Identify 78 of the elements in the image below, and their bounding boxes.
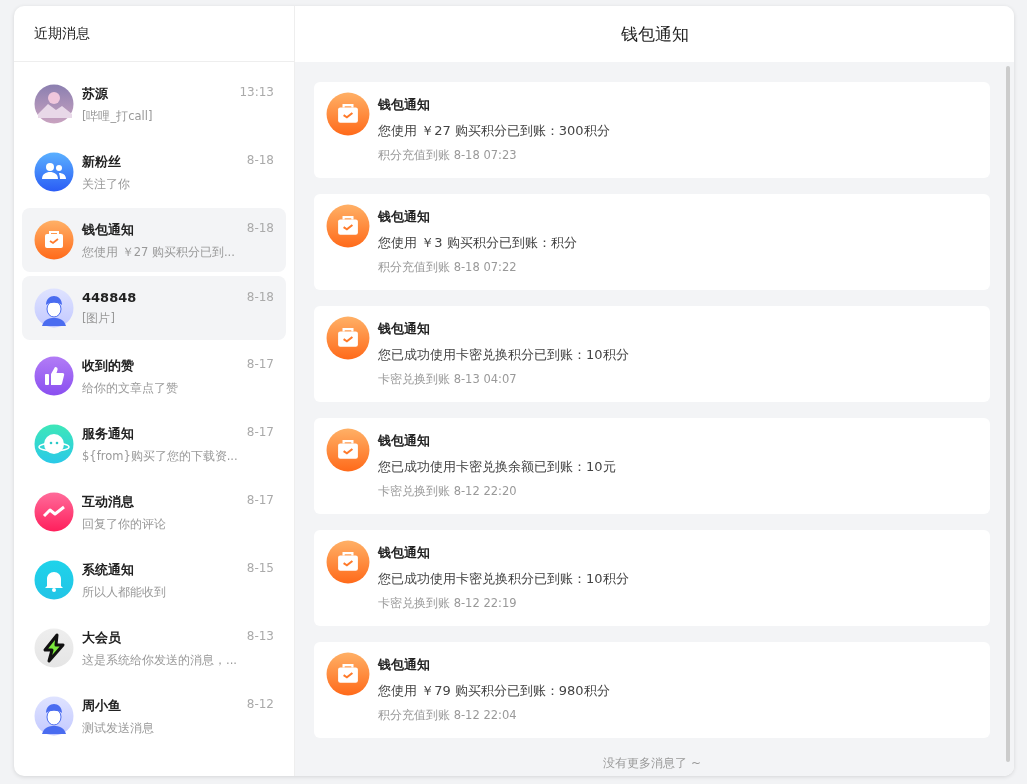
message-preview: ${from}购买了您的下载资...: [82, 448, 239, 464]
message-meta: 卡密兑换到账 8-12 22:19: [378, 596, 518, 611]
message-text: 您已成功使用卡密兑换积分已到账：10积分: [378, 570, 629, 588]
like-avatar-icon: [34, 356, 74, 396]
message-time: 8-18: [246, 220, 274, 237]
end-of-list-text: 没有更多消息了 ~: [603, 756, 701, 770]
service-avatar-icon: [34, 424, 74, 464]
contact-name: 周小鱼: [82, 696, 121, 715]
interaction-avatar-icon: [34, 492, 74, 532]
conversation-item[interactable]: 大会员 8-13 这是系统给你发送的消息，...: [22, 616, 286, 680]
message-preview: 给你的文章点了赞: [82, 380, 179, 396]
wallet-avatar-icon: [326, 92, 370, 136]
message-text: 您使用 ￥79 购买积分已到账：980积分: [378, 682, 610, 700]
message-time: 13:13: [239, 84, 274, 101]
message-time: 8-12: [246, 696, 274, 713]
avatar-icon: [34, 696, 74, 736]
contact-name: 服务通知: [82, 424, 134, 443]
message-meta: 积分充值到账 8-18 07:23: [378, 148, 518, 163]
wallet-avatar-icon: [34, 220, 74, 260]
conversation-item[interactable]: 周小鱼 8-12 测试发送消息: [22, 684, 286, 748]
contact-name: 苏源: [82, 84, 108, 103]
wallet-avatar-icon: [326, 652, 370, 696]
message-text: 您已成功使用卡密兑换余额已到账：10元: [378, 458, 616, 476]
sender-name: 钱包通知: [378, 208, 431, 226]
conversation-item[interactable]: 钱包通知 8-18 您使用 ￥27 购买积分已到...: [22, 208, 286, 272]
sender-name: 钱包通知: [378, 656, 431, 674]
wallet-avatar-icon: [326, 428, 370, 472]
contact-name: 大会员: [82, 628, 121, 647]
message-text: 您使用 ￥3 购买积分已到账：积分: [378, 234, 577, 252]
system-avatar-icon: [34, 560, 74, 600]
conversation-item[interactable]: 苏源 13:13 [哔哩_打call]: [22, 72, 286, 136]
message-time: 8-18: [246, 152, 274, 169]
sender-name: 钱包通知: [378, 432, 431, 450]
message-preview: 回复了你的评论: [82, 516, 167, 532]
message-meta: 积分充值到账 8-12 22:04: [378, 708, 518, 723]
message-preview: [图片]: [82, 311, 116, 326]
contact-name: 收到的赞: [82, 356, 134, 375]
conversation-item[interactable]: 448848 8-18 [图片]: [22, 276, 286, 340]
avatar-icon: [34, 84, 74, 124]
contact-name: 系统通知: [82, 560, 134, 579]
message-time: 8-17: [246, 424, 274, 441]
scrollbar[interactable]: [1006, 66, 1010, 762]
wallet-avatar-icon: [326, 540, 370, 584]
contact-name: 448848: [82, 290, 137, 305]
conversation-item[interactable]: 服务通知 8-17 ${from}购买了您的下载资...: [22, 412, 286, 476]
sender-name: 钱包通知: [378, 544, 431, 562]
message-time: 8-15: [246, 560, 274, 577]
message-preview: 这是系统给你发送的消息，...: [82, 652, 238, 668]
sender-name: 钱包通知: [378, 320, 431, 338]
wallet-avatar-icon: [326, 316, 370, 360]
conversation-item[interactable]: 系统通知 8-15 所以人都能收到: [22, 548, 286, 612]
wallet-avatar-icon: [326, 204, 370, 248]
message-preview: 测试发送消息: [82, 720, 155, 736]
sender-name: 钱包通知: [378, 96, 431, 114]
conversation-item[interactable]: 互动消息 8-17 回复了你的评论: [22, 480, 286, 544]
message-meta: 卡密兑换到账 8-13 04:07: [378, 372, 518, 387]
fans-avatar-icon: [34, 152, 74, 192]
message-meta: 卡密兑换到账 8-12 22:20: [378, 484, 518, 499]
contact-name: 新粉丝: [82, 152, 121, 171]
conversation-title: 钱包通知: [620, 22, 689, 46]
message-time: 8-13: [246, 628, 274, 645]
avatar-icon: [34, 288, 74, 328]
vip-avatar-icon: [34, 628, 74, 668]
conversation-item[interactable]: 新粉丝 8-18 关注了你: [22, 140, 286, 204]
message-preview: 关注了你: [82, 176, 131, 192]
message-preview: 您使用 ￥27 购买积分已到...: [82, 244, 236, 260]
message-time: 8-17: [246, 356, 274, 373]
conversation-item[interactable]: 收到的赞 8-17 给你的文章点了赞: [22, 344, 286, 408]
sidebar-title: 近期消息: [34, 24, 90, 43]
message-time: 8-18: [246, 290, 274, 305]
message-preview: [哔哩_打call]: [82, 108, 154, 124]
contact-name: 互动消息: [82, 492, 134, 511]
contact-name: 钱包通知: [82, 220, 134, 239]
message-text: 您使用 ￥27 购买积分已到账：300积分: [378, 122, 610, 140]
message-preview: 所以人都能收到: [82, 584, 167, 600]
message-time: 8-17: [246, 492, 274, 509]
message-text: 您已成功使用卡密兑换积分已到账：10积分: [378, 346, 629, 364]
message-meta: 积分充值到账 8-18 07:22: [378, 260, 518, 275]
